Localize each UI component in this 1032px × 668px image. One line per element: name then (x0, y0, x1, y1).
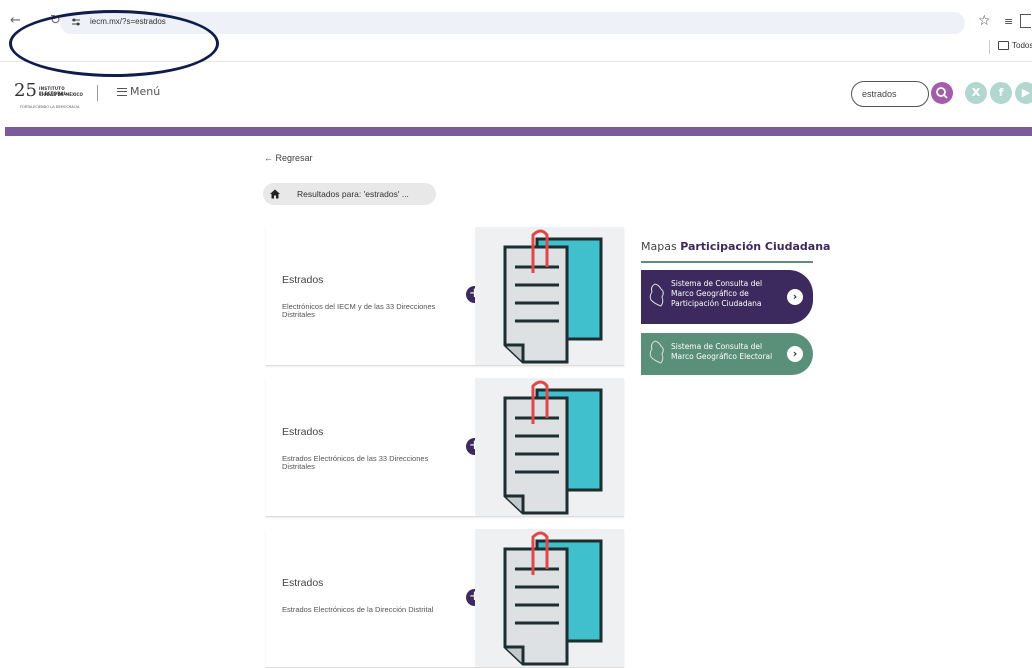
header-accent-bar (5, 127, 1032, 136)
maps-heading-plain: Mapas (641, 240, 677, 253)
map-button-participacion[interactable]: Sistema de Consulta del Marco Geográfico… (641, 270, 813, 324)
bookmark-folder[interactable]: Todos (998, 41, 1032, 50)
result-description: Electrónicos del IECM y de las 33 Direcc… (282, 302, 436, 319)
bookmark-separator (989, 40, 990, 54)
document-illustration (475, 529, 624, 667)
logo-line3: FORTALECIENDO LA DEMOCRACIA (20, 105, 80, 109)
youtube-social-icon[interactable]: ▶ (1015, 82, 1032, 104)
iecm-logo[interactable]: 25 INSTITUTO ELECTORAL CIUDAD DE MÉXICO … (14, 78, 94, 112)
search-input[interactable]: estrados (851, 81, 929, 107)
result-description: Estrados Electrónicos de las 33 Direccio… (282, 454, 429, 471)
result-title: Estrados (282, 426, 324, 438)
document-clip-icon (503, 229, 603, 364)
chevron-right-icon: › (787, 346, 803, 362)
document-clip-icon (503, 531, 603, 666)
search-button[interactable] (931, 82, 953, 104)
maps-heading: Mapas Participación Ciudadana (641, 240, 830, 253)
mexico-city-map-icon (649, 340, 664, 364)
hamburger-icon (117, 87, 127, 96)
menu-button[interactable]: Menú (117, 85, 160, 98)
side-panel-icon[interactable] (1020, 14, 1031, 28)
document-clip-icon (503, 380, 603, 515)
header-divider (97, 85, 98, 101)
result-card[interactable]: Estrados Estrados Electrónicos de las 33… (266, 378, 624, 517)
menu-label: Menú (130, 85, 161, 98)
maps-heading-bold: Participación Ciudadana (680, 240, 831, 253)
map-button-electoral[interactable]: Sistema de Consulta del Marco Geográfico… (641, 333, 813, 375)
home-icon[interactable] (269, 188, 281, 200)
result-title: Estrados (282, 274, 324, 286)
annotation-oval (9, 10, 219, 77)
back-arrow-icon: ← (264, 153, 276, 163)
result-title: Estrados (282, 577, 324, 589)
reading-list-icon[interactable]: ≡ (1004, 15, 1013, 28)
bookmark-folder-label: Todos (1012, 41, 1032, 50)
result-description: Estrados Electrónicos de la Dirección Di… (282, 605, 434, 614)
breadcrumb: Resultados para: 'estrados' ... (263, 183, 436, 205)
facebook-social-icon[interactable]: f (990, 82, 1012, 104)
back-link[interactable]: ← Regresar (264, 153, 313, 163)
mexico-city-map-icon (649, 283, 664, 307)
map-button-label: Sistema de Consulta del Marco Geográfico… (671, 279, 763, 308)
x-social-icon[interactable]: X (965, 82, 987, 104)
back-arrow-icon[interactable]: ← (10, 13, 21, 28)
back-label: Regresar (275, 153, 313, 163)
document-illustration (475, 378, 624, 516)
logo-line2: CIUDAD DE MÉXICO (39, 92, 83, 97)
breadcrumb-text: Resultados para: 'estrados' ... (297, 189, 409, 199)
map-button-label: Sistema de Consulta del Marco Geográfico… (671, 342, 773, 361)
result-card[interactable]: Estrados Estrados Electrónicos de la Dir… (266, 529, 624, 668)
chevron-right-icon: › (787, 289, 803, 305)
search-icon (936, 87, 948, 99)
maps-heading-underline (641, 261, 813, 263)
document-illustration (475, 227, 624, 365)
bookmark-star-icon[interactable]: ☆ (978, 13, 991, 29)
logo-number: 25 (14, 80, 37, 101)
folder-icon (998, 41, 1009, 50)
result-card[interactable]: Estrados Electrónicos del IECM y de las … (266, 227, 624, 366)
